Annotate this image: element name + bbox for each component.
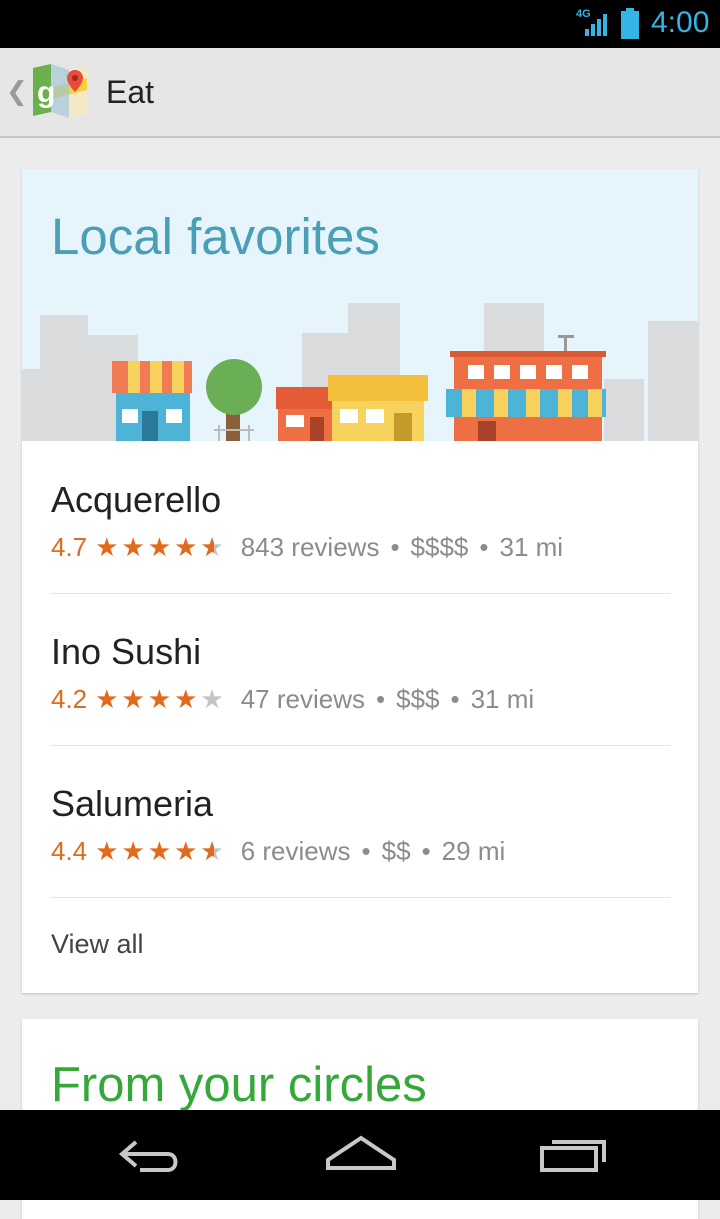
status-time: 4:00 [651, 6, 710, 39]
place-rating: 4.4 [51, 836, 88, 866]
place-distance: 31 mi [470, 684, 535, 714]
rating-stars-icon: ★★★★★ [95, 836, 227, 867]
rating-stars-icon: ★★★★★ [95, 684, 227, 714]
place-reviews: 47 reviews [240, 684, 365, 714]
navigation-bar [0, 1110, 720, 1200]
place-reviews: 6 reviews [240, 836, 351, 866]
list-item-ino-sushi[interactable]: Ino Sushi 4.2 ★★★★★ 47 reviews • $$$ • 31 mi [51, 593, 671, 746]
home-icon[interactable] [316, 1132, 406, 1178]
signal-icon [583, 12, 609, 43]
separator-dot: • [450, 684, 460, 714]
place-meta: 4.7★★★★★ 843 reviews • $$$$ • 31 mi [51, 532, 563, 563]
place-meta: 4.4★★★★★ 6 reviews • $$ • 29 mi [51, 836, 505, 867]
place-name: Salumeria [51, 783, 214, 824]
banner: Local favorites [22, 169, 698, 441]
card-heading: Local favorites [51, 208, 380, 265]
place-rating: 4.2 [51, 684, 88, 714]
place-meta: 4.2 ★★★★★ 47 reviews • $$$ • 31 mi [51, 684, 534, 715]
separator-dot: • [375, 684, 386, 714]
recents-icon[interactable] [526, 1132, 616, 1178]
up-caret-icon[interactable]: ❮ [6, 76, 28, 107]
battery-icon [620, 8, 640, 45]
list-item-salumeria[interactable]: Salumeria 4.4★★★★★ 6 reviews • $$ • 29 mi [51, 745, 671, 898]
list-item-acquerello[interactable]: Acquerello 4.7★★★★★ 843 reviews • $$$$ • 31 m… [51, 441, 671, 594]
place-distance: 31 mi [499, 532, 564, 562]
separator-dot: • [361, 836, 371, 866]
place-price: $$$$ [410, 532, 469, 562]
place-reviews: 843 reviews [240, 532, 380, 562]
view-all-link[interactable]: View all [51, 929, 144, 960]
place-name: Ino Sushi [51, 631, 202, 672]
back-icon[interactable] [106, 1132, 196, 1178]
status-bar: 4G 4:00 [0, 0, 720, 48]
rating-stars-icon: ★★★★★ [95, 532, 227, 563]
maps-app-icon[interactable]: g [31, 62, 89, 125]
separator-dot: • [390, 532, 400, 562]
place-price: $$ [381, 836, 411, 866]
card-heading: From your circles [51, 1058, 427, 1112]
place-price: $$$ [396, 684, 440, 714]
separator-dot: • [421, 836, 431, 866]
action-bar: ❮ g Eat [0, 48, 720, 138]
page-title: Eat [106, 74, 155, 110]
place-rating: 4.7 [51, 532, 88, 562]
separator-dot: • [479, 532, 489, 562]
local-favorites-card: Local favorites Acquerello 4.7★★★★★843 r… [22, 169, 698, 993]
svg-text:g: g [37, 76, 55, 109]
place-name: Acquerello [51, 479, 222, 520]
place-distance: 29 mi [441, 836, 506, 866]
